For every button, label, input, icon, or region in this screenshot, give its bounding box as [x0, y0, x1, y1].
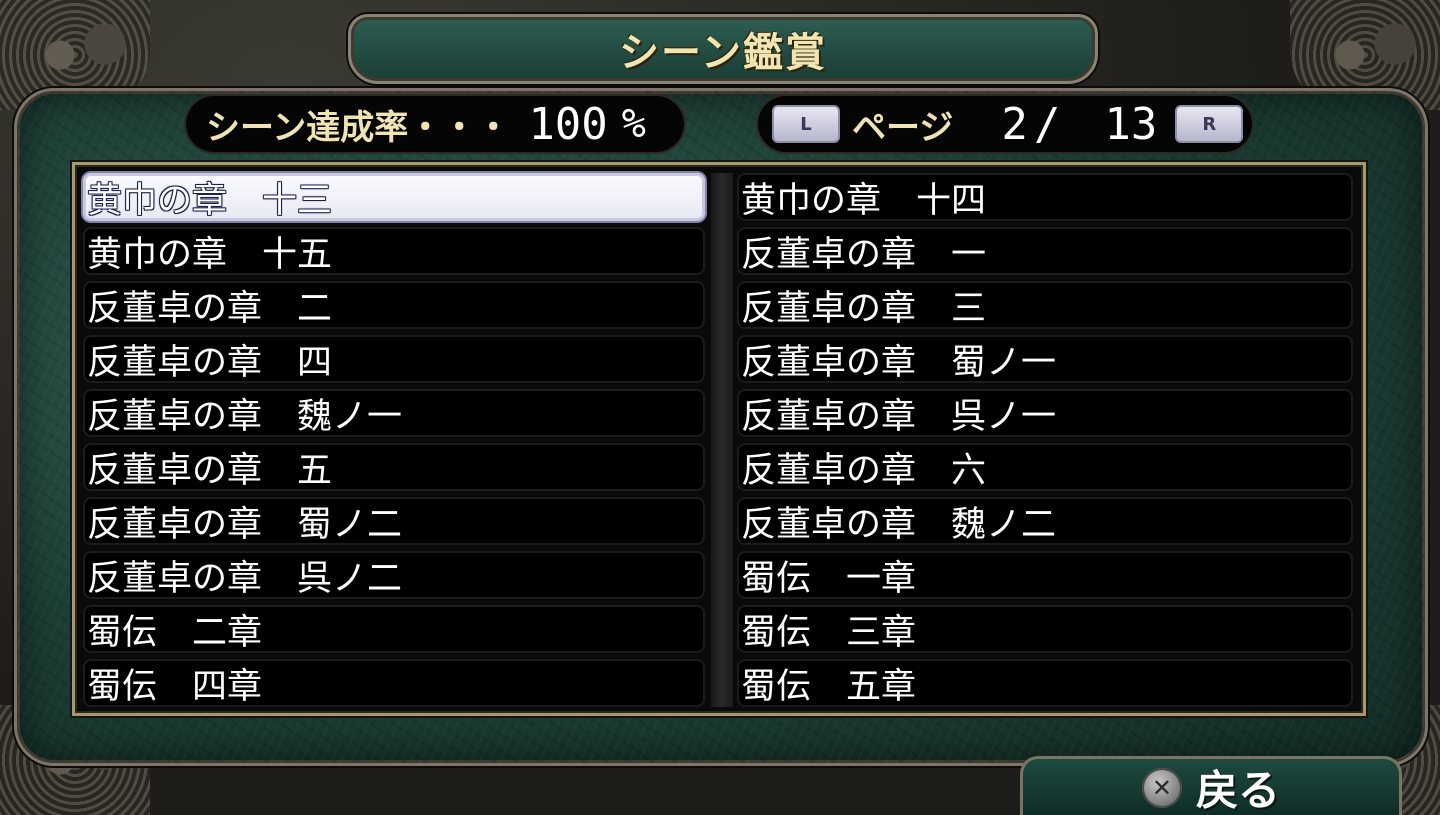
scene-item[interactable]: 反董卓の章 三 — [737, 281, 1353, 329]
page-total: 13 — [1104, 98, 1158, 150]
title-plate: シーン鑑賞 — [348, 14, 1098, 84]
scene-item[interactable]: 反董卓の章 一 — [737, 227, 1353, 275]
scene-item[interactable]: 反董卓の章 六 — [737, 443, 1353, 491]
page-separator: / — [1033, 98, 1061, 150]
scene-item[interactable]: 反董卓の章 呉ノ一 — [737, 389, 1353, 437]
scene-list: 黄巾の章 十三 黄巾の章 十五 反董卓の章 二 反董卓の章 四 反董卓の章 魏ノ… — [72, 162, 1366, 716]
scene-item[interactable]: 蜀伝 二章 — [83, 605, 705, 653]
completion-unit: % — [621, 101, 646, 147]
scene-item[interactable]: 反董卓の章 呉ノ二 — [83, 551, 705, 599]
scene-item[interactable]: 蜀伝 五章 — [737, 659, 1353, 707]
page-current: 2 — [1001, 98, 1028, 150]
scene-item[interactable]: 反董卓の章 魏ノ二 — [737, 497, 1353, 545]
scene-column-left: 黄巾の章 十三 黄巾の章 十五 反董卓の章 二 反董卓の章 四 反董卓の章 魏ノ… — [83, 173, 705, 707]
back-label: 戻る — [1195, 766, 1280, 815]
scene-item[interactable]: 蜀伝 一章 — [737, 551, 1353, 599]
l-button-icon[interactable]: L — [772, 105, 840, 143]
scene-viewer-screen: シーン鑑賞 シーン達成率・・・ 100 % L ページ 2 / 13 R 黄巾の… — [0, 0, 1440, 815]
scene-item[interactable]: 蜀伝 四章 — [83, 659, 705, 707]
page-title: シーン鑑賞 — [619, 30, 827, 76]
completion-value: 100 — [528, 98, 608, 150]
scene-column-right: 黄巾の章 十四 反董卓の章 一 反董卓の章 三 反董卓の章 蜀ノ一 反董卓の章 … — [737, 173, 1353, 707]
cross-button-icon: ✕ — [1141, 767, 1182, 808]
r-button-icon[interactable]: R — [1175, 105, 1244, 143]
scene-item[interactable]: 黄巾の章 十五 — [83, 227, 705, 275]
scene-item[interactable]: 反董卓の章 四 — [83, 335, 705, 383]
completion-rate-display: シーン達成率・・・ 100 % — [186, 96, 684, 152]
column-divider — [711, 173, 733, 707]
scene-item[interactable]: 反董卓の章 蜀ノ一 — [737, 335, 1353, 383]
page-indicator: L ページ 2 / 13 R — [758, 96, 1252, 152]
scene-item[interactable]: 蜀伝 三章 — [737, 605, 1353, 653]
scene-item[interactable]: 反董卓の章 蜀ノ二 — [83, 497, 705, 545]
scene-item[interactable]: 反董卓の章 二 — [83, 281, 705, 329]
scene-item[interactable]: 黄巾の章 十四 — [737, 173, 1353, 221]
scene-item[interactable]: 反董卓の章 五 — [83, 443, 705, 491]
back-button[interactable]: ✕ 戻る — [1020, 756, 1402, 815]
page-label: ページ — [852, 107, 954, 148]
scene-item[interactable]: 黄巾の章 十三 — [83, 173, 705, 221]
completion-label: シーン達成率・・・ — [206, 107, 511, 148]
scene-item[interactable]: 反董卓の章 魏ノ一 — [83, 389, 705, 437]
